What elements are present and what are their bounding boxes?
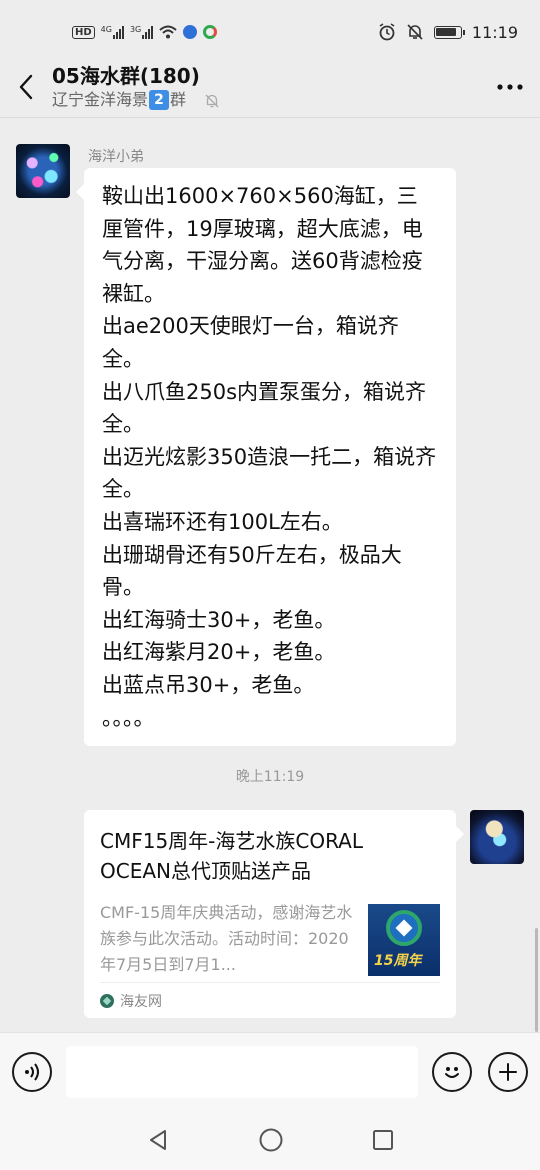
card-description: CMF-15周年庆典活动，感谢海艺水族参与此次活动。活动时间：2020年7月5日…	[100, 903, 353, 974]
system-nav-bar	[0, 1110, 540, 1170]
sender-name: 海洋小弟	[88, 149, 144, 165]
alarm-icon	[379, 23, 395, 41]
thumbnail-caption: 15周年	[374, 953, 422, 969]
clock-time: 11:19	[471, 22, 518, 42]
mute-bell-icon	[407, 24, 423, 40]
chat-header: 05海水群(180) 辽宁金洋海景 2 群	[0, 56, 540, 118]
subtitle-number-badge: 2	[149, 89, 170, 110]
scrollbar[interactable]	[535, 928, 538, 1032]
more-dots-icon	[497, 83, 523, 90]
chat-subtitle: 辽宁金洋海景 2 群	[52, 89, 480, 111]
more-options-button[interactable]	[480, 83, 540, 90]
voice-button[interactable]	[12, 1051, 52, 1092]
battery-icon	[433, 25, 465, 39]
signal-3g-icon: 3G	[130, 25, 154, 39]
nav-home-icon[interactable]	[258, 1127, 284, 1153]
status-indicators: HD 4G 3G	[72, 25, 218, 39]
plus-icon	[499, 1062, 517, 1081]
back-button[interactable]	[0, 56, 52, 118]
message-input[interactable]	[66, 1045, 418, 1098]
card-source: 海友网	[100, 982, 440, 1018]
more-functions-button[interactable]	[488, 1051, 528, 1092]
anniversary-logo-icon	[386, 910, 422, 946]
title-block[interactable]: 05海水群(180) 辽宁金洋海景 2 群	[52, 63, 480, 111]
status-bar: HD 4G 3G 11:19	[0, 0, 540, 64]
sender-avatar[interactable]	[16, 144, 70, 198]
baidu-icon	[183, 25, 198, 39]
nav-back-icon[interactable]	[146, 1128, 170, 1152]
source-logo-icon	[100, 993, 114, 1008]
time-divider: 晚上11:19	[235, 769, 305, 785]
emoji-button[interactable]	[432, 1051, 472, 1092]
smiley-icon	[445, 1066, 459, 1078]
link-card-message[interactable]: CMF15周年-海艺水族CORAL OCEAN总代顶贴送产品 CMF-15周年庆…	[84, 810, 464, 1018]
chevron-left-icon	[19, 74, 33, 99]
card-thumbnail: 15周年	[368, 904, 440, 976]
message-bubble[interactable]: 鞍山出1600×760×560海缸，三厘管件，19厚玻璃，超大底滤，电气分离，干…	[76, 168, 456, 747]
hd-badge: HD	[72, 25, 95, 39]
wifi-icon	[159, 25, 177, 39]
input-bar	[0, 1032, 540, 1110]
source-name: 海友网	[120, 993, 162, 1010]
my-avatar[interactable]	[470, 810, 524, 864]
nav-recents-icon[interactable]	[372, 1129, 394, 1151]
card-title: CMF15周年-海艺水族CORAL OCEAN总代顶贴送产品	[100, 829, 364, 883]
app-notification-icon	[203, 25, 218, 39]
chat-title: 05海水群(180)	[52, 63, 200, 88]
mute-notification-icon	[205, 94, 219, 107]
signal-4g-icon: 4G	[101, 25, 124, 39]
voice-icon	[25, 1062, 39, 1081]
chat-area[interactable]: 海洋小弟 鞍山出1600×760×560海缸，三厘管件，19厚玻璃，超大底滤，电…	[0, 118, 540, 1032]
